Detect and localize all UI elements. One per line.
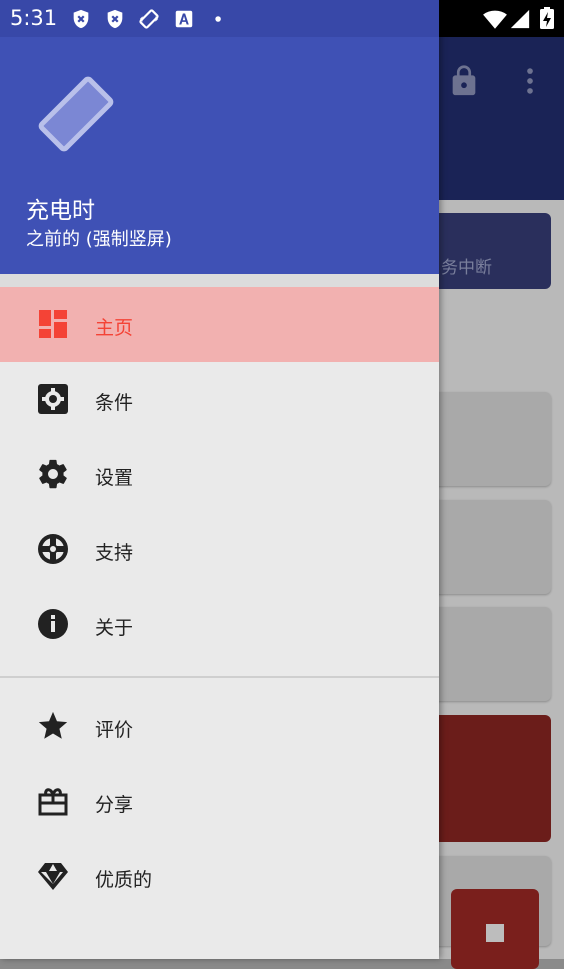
menu-item-label: 设置 — [95, 467, 134, 489]
status-bar: 5:31 — [0, 0, 564, 37]
dashboard-icon — [39, 310, 67, 338]
menu-item-settings[interactable]: 设置 — [0, 437, 439, 512]
menu-item-label: 主页 — [95, 317, 134, 339]
background-banner-text: 务中断 — [441, 258, 492, 278]
status-time: 5:31 — [10, 6, 58, 30]
gift-icon — [38, 788, 68, 816]
background-red-card — [430, 715, 551, 842]
menu-item-label: 分享 — [95, 794, 134, 816]
menu-item-label: 评价 — [95, 719, 134, 741]
menu-item-conditions[interactable]: 条件 — [0, 362, 439, 437]
info-icon — [38, 609, 68, 639]
stop-icon — [486, 924, 504, 942]
menu-divider — [0, 676, 439, 678]
screen-rotation-icon — [139, 9, 159, 29]
translate-a-icon — [175, 10, 193, 28]
lifebuoy-icon — [38, 534, 68, 564]
shield-x-icon — [73, 9, 89, 29]
settings-box-icon — [38, 384, 68, 414]
background-card — [430, 607, 551, 701]
drawer-subtitle: 之前的 (强制竖屏) — [26, 229, 172, 250]
signal-icon — [510, 9, 530, 29]
background-card — [430, 392, 551, 486]
menu-item-label: 条件 — [95, 392, 134, 414]
shield-x-icon — [107, 9, 123, 29]
menu-item-rate[interactable]: 评价 — [0, 689, 439, 764]
star-icon — [38, 711, 68, 739]
background-card — [430, 500, 551, 594]
menu-item-share[interactable]: 分享 — [0, 764, 439, 839]
rotate-device-icon — [38, 76, 114, 152]
menu-item-label: 优质的 — [95, 869, 153, 891]
menu-item-premium[interactable]: 优质的 — [0, 839, 439, 914]
drawer-title: 充电时 — [26, 198, 95, 224]
navigation-drawer: 充电时 之前的 (强制竖屏) 主页 条件 设置 支持 关于 评价 分享 优质的 — [0, 0, 439, 959]
more-vert-icon — [527, 68, 533, 94]
menu-item-label: 支持 — [95, 542, 134, 564]
gear-icon — [39, 459, 67, 489]
wifi-icon — [483, 10, 507, 29]
menu-item-about[interactable]: 关于 — [0, 587, 439, 662]
diamond-icon — [38, 863, 68, 890]
menu-item-home[interactable]: 主页 — [0, 287, 439, 362]
menu-item-label: 关于 — [95, 617, 134, 639]
header-separator — [0, 274, 439, 287]
notification-dot-icon — [215, 16, 221, 22]
menu-item-support[interactable]: 支持 — [0, 512, 439, 587]
battery-charging-icon — [540, 7, 554, 29]
lock-icon — [452, 65, 476, 96]
